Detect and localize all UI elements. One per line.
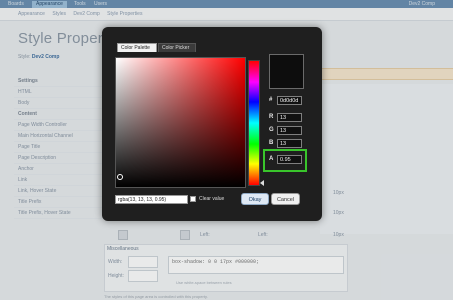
- saturation-value-area[interactable]: [115, 57, 246, 188]
- clear-value-checkbox[interactable]: [190, 196, 196, 202]
- g-input[interactable]: 13: [277, 126, 302, 135]
- b-input[interactable]: 13: [277, 139, 302, 148]
- color-preview-swatch: [269, 54, 304, 89]
- g-label: G: [269, 127, 274, 133]
- clear-value-label[interactable]: Clear value: [199, 196, 224, 202]
- hue-slider[interactable]: [248, 60, 260, 186]
- okay-button[interactable]: Okay: [241, 193, 269, 205]
- hex-input[interactable]: 0d0d0d: [277, 96, 302, 105]
- b-label: B: [269, 140, 274, 146]
- cancel-button[interactable]: Cancel: [271, 193, 300, 205]
- r-label: R: [269, 114, 274, 120]
- tab-color-picker[interactable]: Color Picker: [158, 43, 196, 52]
- rgba-value-input[interactable]: rgba(13, 13, 13, 0.95): [115, 195, 188, 204]
- hue-handle-icon[interactable]: [260, 180, 264, 186]
- a-input[interactable]: 0.95: [277, 155, 302, 164]
- a-label: A: [269, 156, 274, 162]
- r-input[interactable]: 13: [277, 113, 302, 122]
- tab-color-palette[interactable]: Color Palette: [117, 43, 157, 52]
- color-cursor-icon[interactable]: [117, 174, 123, 180]
- hex-label: #: [269, 97, 273, 103]
